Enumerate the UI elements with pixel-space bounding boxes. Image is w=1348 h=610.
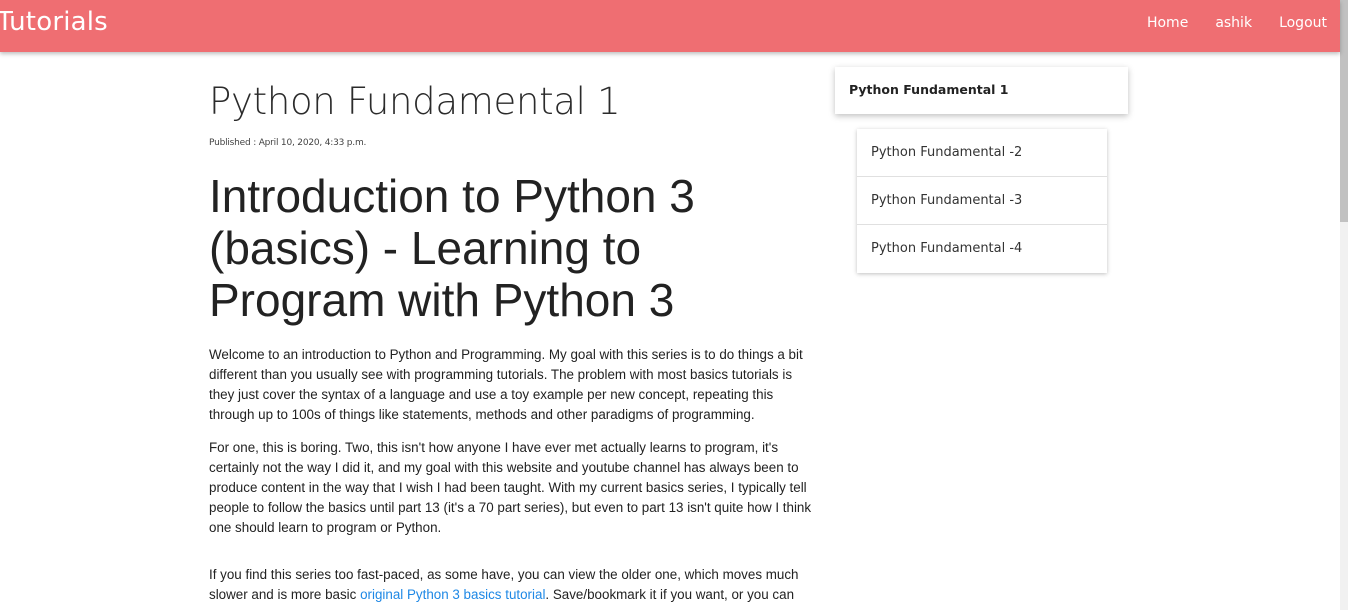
page-title: Python Fundamental 1 — [209, 80, 621, 123]
published-label: Published : — [209, 138, 259, 148]
top-navbar: Tutorials Home ashik Logout — [0, 0, 1340, 52]
nav-home-link[interactable]: Home — [1147, 15, 1188, 31]
tutorial-list-item-3[interactable]: Python Fundamental -3 — [857, 177, 1107, 225]
paragraph-3-text-after: . Save/bookmark it if you want, or you c… — [545, 587, 795, 602]
tutorial-list-item-4[interactable]: Python Fundamental -4 — [857, 225, 1107, 273]
article-heading: Introduction to Python 3 (basics) - Lear… — [209, 170, 695, 326]
published-info: Published : April 10, 2020, 4:33 p.m. — [209, 138, 814, 148]
paragraph-3: If you find this series too fast-paced, … — [209, 565, 814, 605]
paragraph-1: Welcome to an introduction to Python and… — [209, 347, 803, 422]
nav-links: Home ashik Logout — [1120, 15, 1327, 31]
article-content: Python Fundamental 1 Published : April 1… — [209, 80, 814, 605]
scrollbar-thumb[interactable] — [1340, 0, 1348, 222]
published-date: April 10, 2020, 4:33 p.m. — [258, 138, 367, 148]
original-tutorial-link[interactable]: original Python 3 basics tutorial — [360, 587, 545, 602]
tutorial-list-item-2[interactable]: Python Fundamental -2 — [857, 129, 1107, 177]
nav-logout-link[interactable]: Logout — [1279, 15, 1327, 31]
current-tutorial-card: Python Fundamental 1 — [835, 67, 1128, 114]
page-scrollbar[interactable] — [1340, 0, 1348, 610]
nav-user-link[interactable]: ashik — [1215, 15, 1252, 31]
brand-logo-link[interactable]: Tutorials — [0, 7, 108, 37]
tutorial-list: Python Fundamental -2 Python Fundamental… — [857, 129, 1107, 273]
paragraph-2: For one, this is boring. Two, this isn't… — [209, 440, 812, 535]
